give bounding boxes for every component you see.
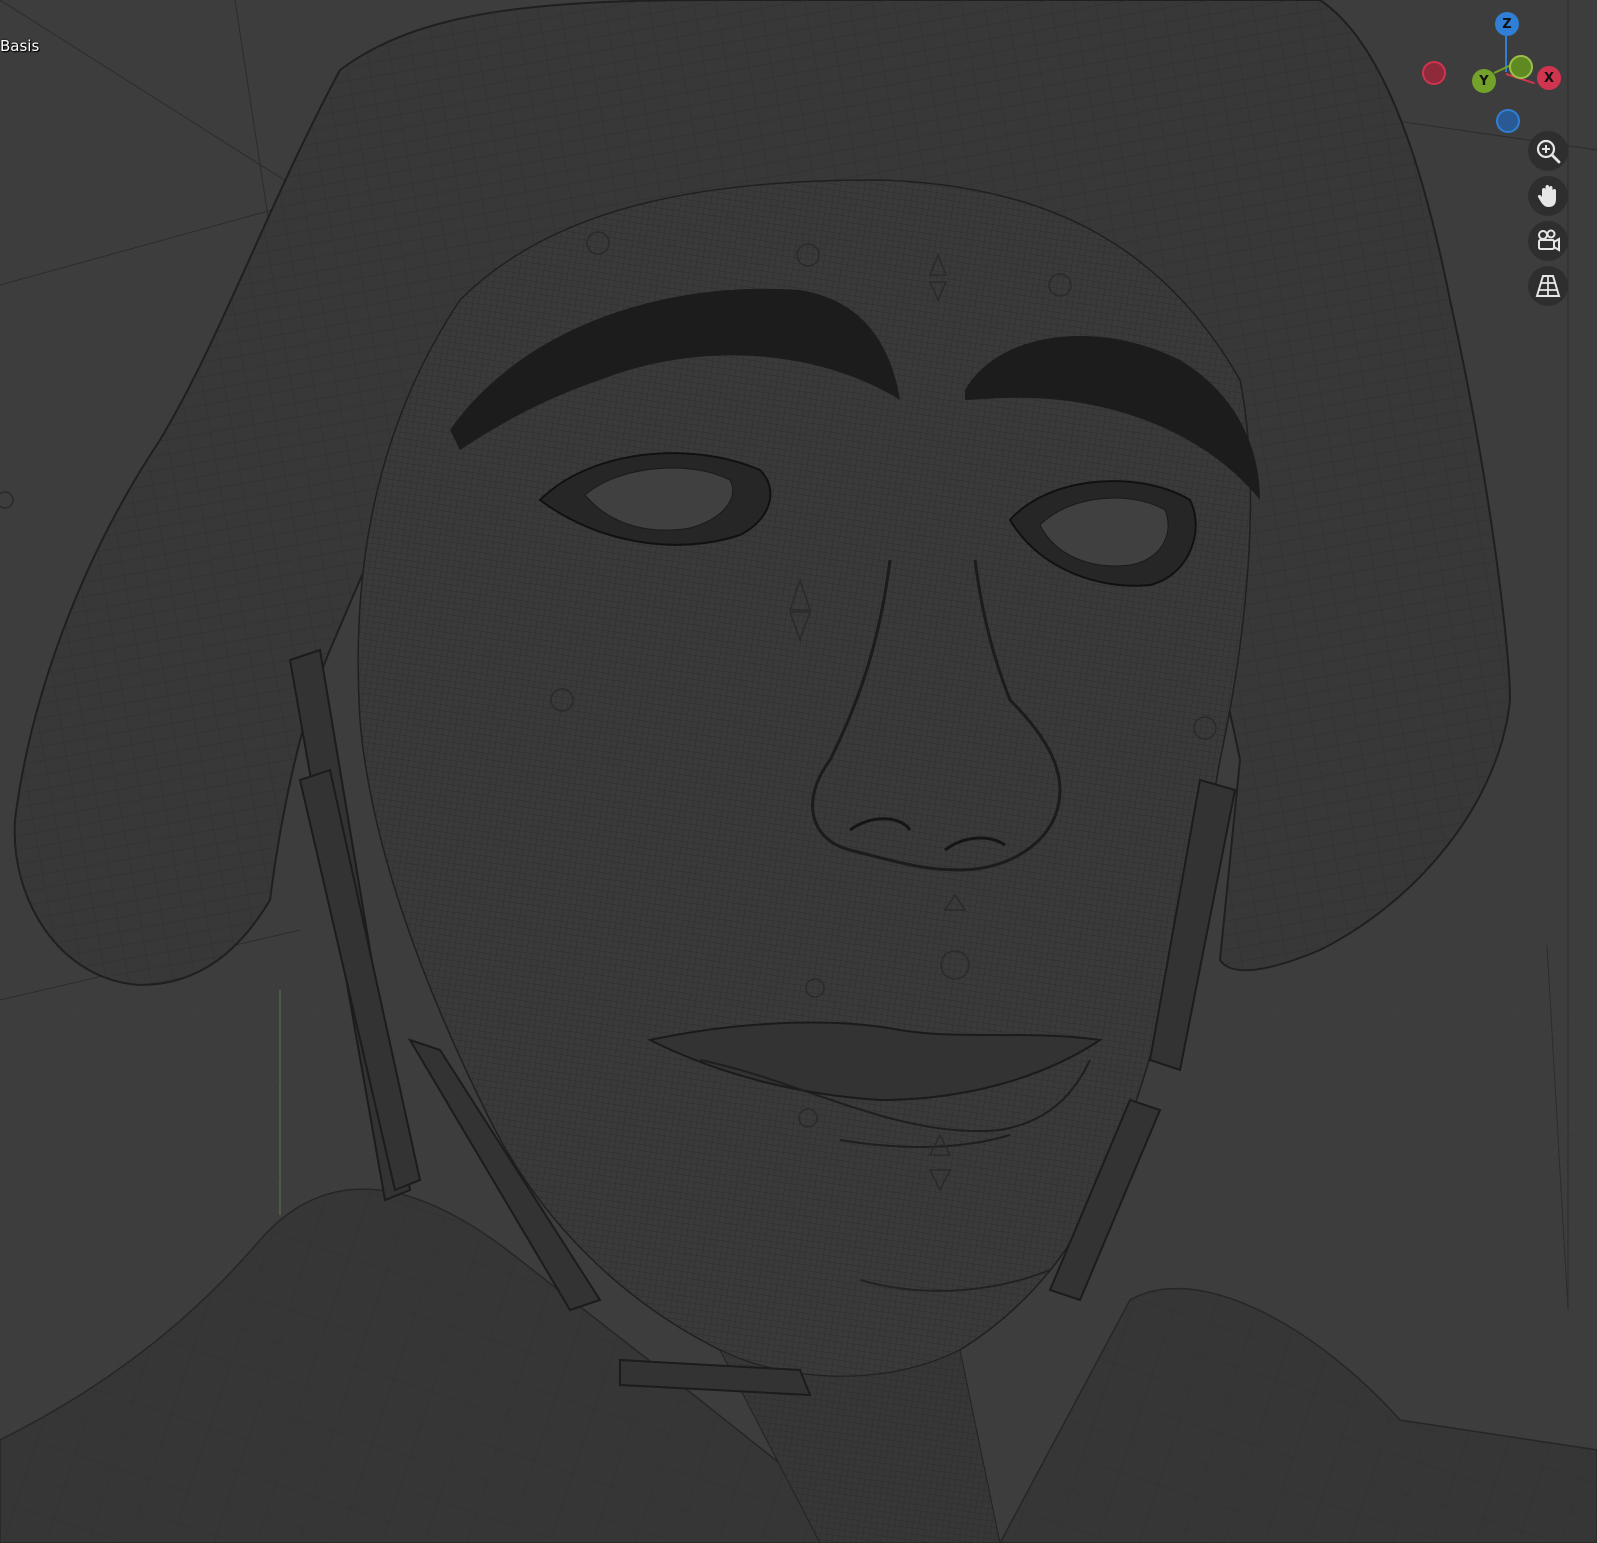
- camera-view-button[interactable]: [1528, 221, 1568, 261]
- shape-key-label: Basis: [0, 37, 40, 55]
- gizmo-x-axis[interactable]: X: [1537, 66, 1561, 90]
- gizmo-x-negative[interactable]: [1422, 61, 1446, 85]
- z-axis-label: Z: [1502, 16, 1512, 32]
- zoom-in-icon: [1536, 139, 1561, 164]
- perspective-grid-icon: [1535, 275, 1561, 297]
- gizmo-y-axis[interactable]: Y: [1472, 69, 1496, 93]
- zoom-button[interactable]: [1528, 131, 1568, 171]
- y-axis-label: Y: [1479, 73, 1489, 89]
- perspective-toggle-button[interactable]: [1528, 266, 1568, 306]
- 3d-viewport[interactable]: Basis Z Y X: [0, 0, 1597, 1543]
- navigation-gizmo[interactable]: Z Y X: [1420, 6, 1592, 136]
- camera-view-icon: [1538, 229, 1560, 252]
- gizmo-z-negative[interactable]: [1496, 109, 1520, 133]
- wireframe-mesh: [0, 0, 1597, 1543]
- pan-button[interactable]: [1528, 176, 1568, 216]
- gizmo-z-axis[interactable]: Z: [1495, 12, 1519, 36]
- x-axis-label: X: [1543, 70, 1555, 86]
- gizmo-y-negative[interactable]: [1509, 55, 1533, 79]
- hand-pan-icon: [1537, 185, 1556, 207]
